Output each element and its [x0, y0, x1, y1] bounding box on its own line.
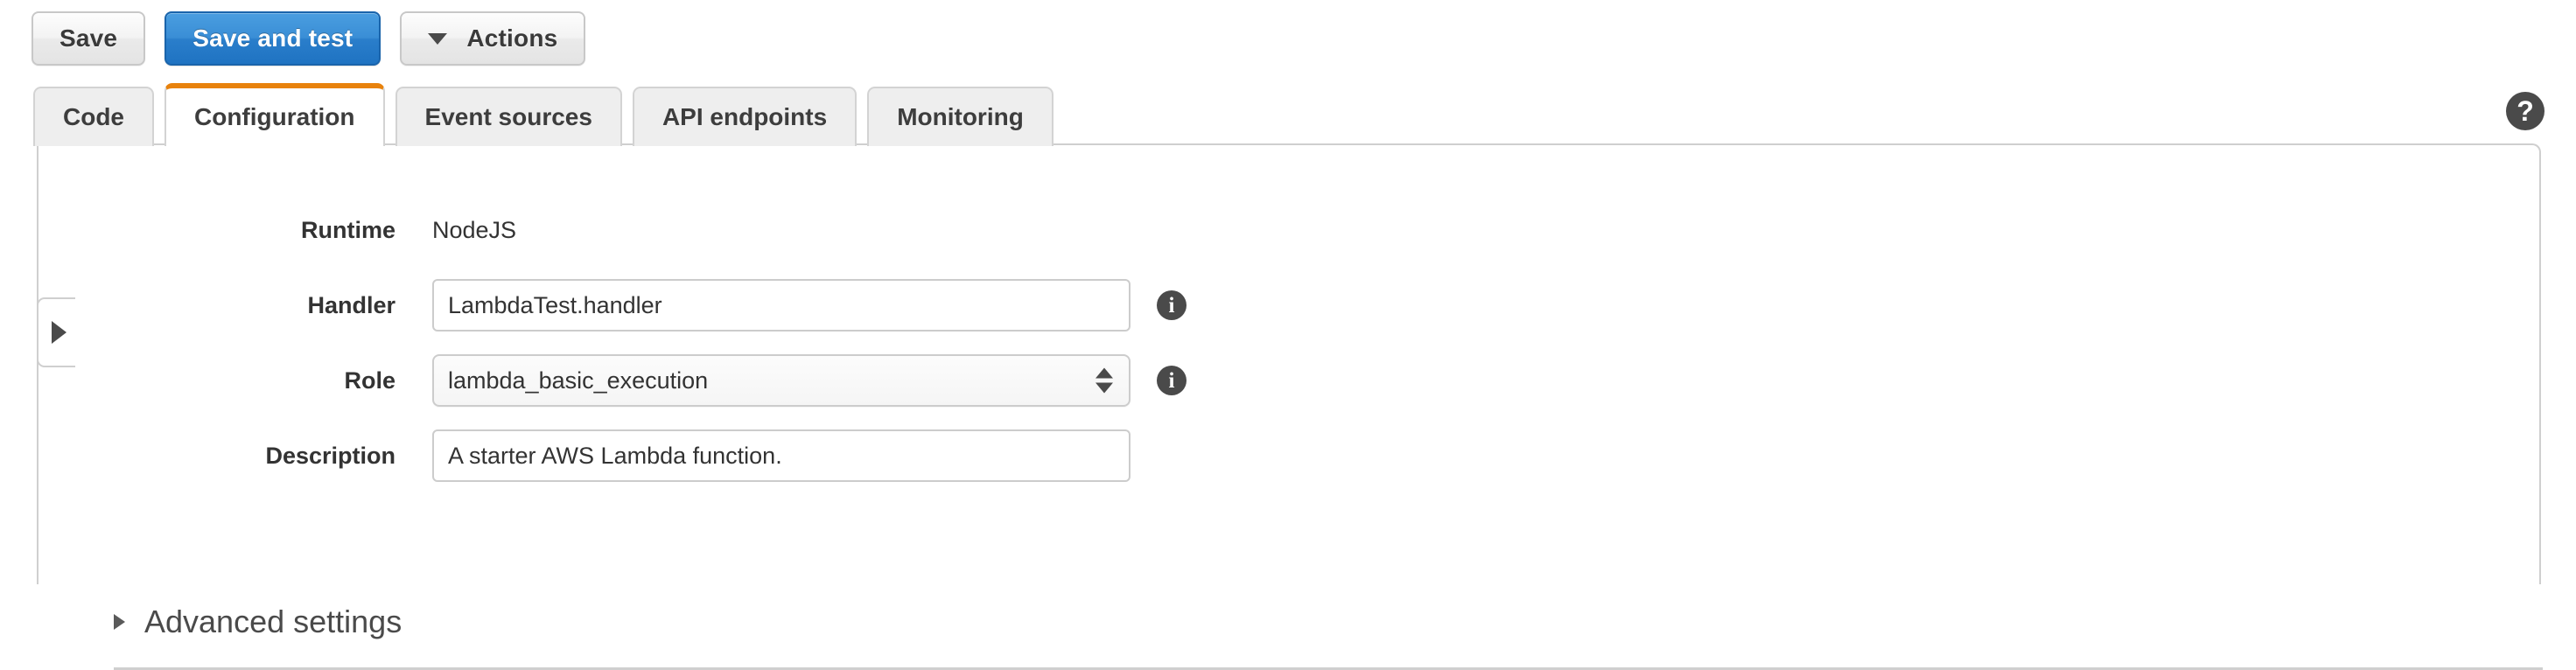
- role-label: Role: [344, 366, 396, 394]
- tab-code[interactable]: Code: [33, 87, 154, 146]
- description-label: Description: [265, 442, 396, 469]
- tab-api-endpoints-label: API endpoints: [662, 103, 828, 130]
- expand-right-icon: [51, 321, 66, 344]
- form-row-role: Role lambda_basic_execution i: [38, 343, 2539, 418]
- tab-event-sources-label: Event sources: [424, 103, 592, 130]
- role-select-value: lambda_basic_execution: [448, 366, 709, 394]
- help-icon[interactable]: ?: [2506, 92, 2544, 130]
- actions-button[interactable]: Actions: [400, 11, 586, 66]
- runtime-label: Runtime: [301, 216, 396, 243]
- tab-monitoring[interactable]: Monitoring: [867, 87, 1054, 146]
- top-toolbar: Save Save and test Actions: [0, 0, 2576, 77]
- handler-input[interactable]: [432, 279, 1130, 332]
- handler-label: Handler: [307, 291, 396, 318]
- help-icon-glyph: ?: [2516, 95, 2534, 127]
- tab-configuration-label: Configuration: [194, 103, 355, 130]
- save-button[interactable]: Save: [32, 11, 146, 66]
- configuration-form: Runtime NodeJS Handler i Role lambda_bas…: [38, 192, 2539, 493]
- caret-down-icon: [428, 32, 448, 45]
- runtime-value: NodeJS: [432, 216, 517, 243]
- tab-monitoring-label: Monitoring: [897, 103, 1024, 130]
- sidebar-expand-handle[interactable]: [37, 297, 75, 367]
- tab-api-endpoints[interactable]: API endpoints: [632, 87, 858, 146]
- handler-info-icon[interactable]: i: [1157, 290, 1186, 320]
- advanced-settings-label: Advanced settings: [144, 604, 402, 639]
- triangle-right-icon: [114, 614, 125, 630]
- save-button-label: Save: [60, 24, 118, 52]
- description-input[interactable]: [432, 429, 1130, 482]
- role-select[interactable]: lambda_basic_execution: [432, 354, 1130, 407]
- configuration-panel: Runtime NodeJS Handler i Role lambda_bas…: [37, 143, 2543, 670]
- save-and-test-button-label: Save and test: [192, 24, 354, 52]
- tab-configuration[interactable]: Configuration: [164, 83, 385, 149]
- form-row-handler: Handler i: [38, 268, 2539, 343]
- advanced-settings-toggle[interactable]: Advanced settings: [114, 604, 402, 640]
- actions-button-label: Actions: [466, 24, 558, 52]
- save-and-test-button[interactable]: Save and test: [164, 11, 382, 66]
- role-info-icon-glyph: i: [1168, 368, 1175, 393]
- tab-event-sources[interactable]: Event sources: [395, 87, 622, 146]
- form-row-runtime: Runtime NodeJS: [38, 192, 2539, 268]
- role-info-icon[interactable]: i: [1157, 366, 1186, 395]
- tab-bar: Code Configuration Event sources API end…: [0, 77, 2576, 149]
- tab-code-label: Code: [63, 103, 124, 130]
- form-row-description: Description: [38, 418, 2539, 493]
- handler-info-icon-glyph: i: [1168, 293, 1175, 318]
- role-select-wrapper: lambda_basic_execution: [432, 354, 1130, 407]
